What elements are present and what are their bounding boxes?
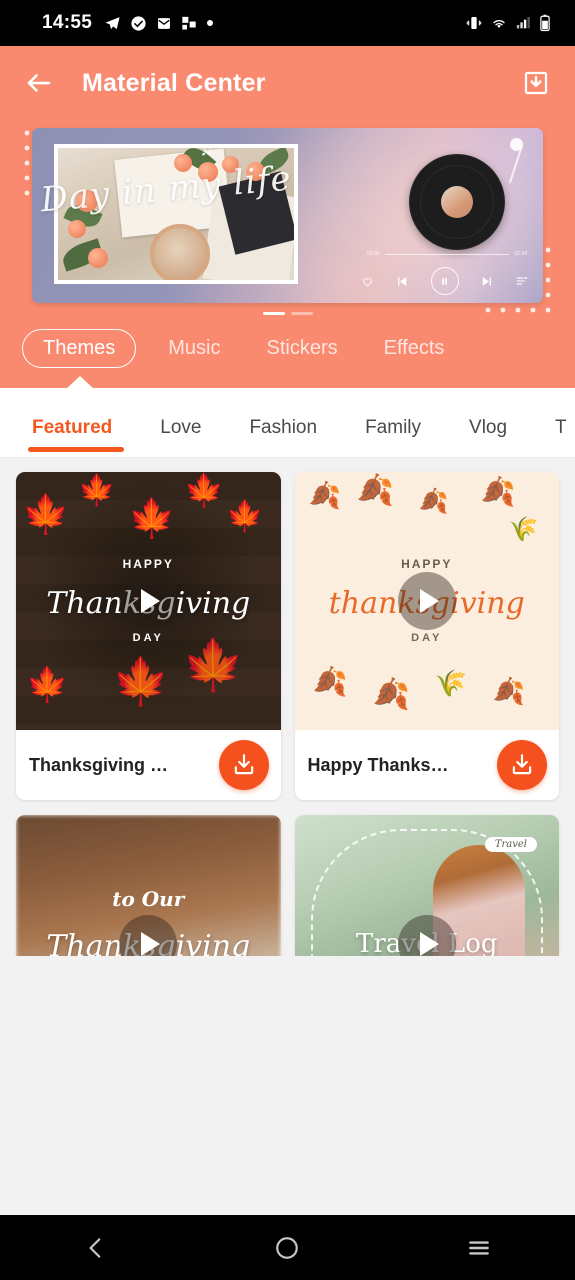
pagination-dot-1[interactable] (262, 312, 285, 315)
subtab-travel[interactable]: T (531, 417, 575, 458)
template-card[interactable]: to Our Thanksgiving DAY Thanksgiving Day (16, 815, 281, 956)
thumb-text-happy: to Our (112, 887, 185, 912)
card-thumbnail[interactable]: to Our Thanksgiving DAY (16, 815, 281, 956)
tab-effects[interactable]: Effects (370, 330, 459, 367)
leaf-icon: 🍂 (418, 488, 449, 515)
banner-slide[interactable]: Day in my life ♫ 00:00 02:34 (32, 128, 543, 303)
play-icon[interactable] (397, 572, 456, 630)
card-thumbnail[interactable]: 🍂 🍂 🍂 🍂 🌾 🍂 🍂 🌾 🍂 HAPPY thanksgiving DAY (294, 472, 559, 730)
progress-bar[interactable] (384, 253, 510, 255)
nav-back-icon[interactable] (66, 1228, 126, 1268)
card-thumbnail[interactable]: 🍁 🍁 🍁 🍁 🍁 🍁 🍁 🍁 HAPPY Thanksgiving DAY (16, 472, 281, 730)
nav-recents-icon[interactable] (449, 1228, 509, 1268)
heart-icon[interactable] (361, 275, 374, 288)
card-title: Thanksgiving Di... (29, 754, 174, 775)
share-nodes-icon (182, 16, 196, 29)
template-card[interactable]: Travel Travel Log Travel LOG (294, 815, 559, 956)
status-left-icons (104, 15, 214, 32)
header-bar: Material Center (0, 46, 575, 120)
download-button[interactable] (497, 740, 547, 790)
vinyl-label (441, 186, 473, 218)
maple-leaf-icon: 🍁 (226, 500, 264, 533)
subtab-vlog[interactable]: Vlog (445, 417, 531, 458)
template-grid: 🍁 🍁 🍁 🍁 🍁 🍁 🍁 🍁 HAPPY Thanksgiving DAY T… (16, 472, 559, 956)
maple-leaf-icon: 🍁 (26, 666, 69, 704)
time-total: 02:34 (514, 251, 527, 257)
card-footer: Happy Thanksgi... (295, 730, 560, 800)
app-header: Material Center Day in my life ♫ 00:00 0… (0, 46, 575, 389)
pagination-dot-2[interactable] (290, 312, 313, 315)
subtab-love[interactable]: Love (136, 417, 225, 458)
dot-icon (207, 20, 214, 26)
player-controls[interactable] (361, 267, 529, 295)
maple-leaf-icon: 🍁 (182, 637, 245, 693)
next-icon[interactable] (479, 274, 494, 289)
acorn-icon: 🌾 (434, 668, 467, 698)
acorn-icon: 🌾 (508, 516, 539, 543)
card-thumbnail[interactable]: Travel Travel Log (294, 815, 559, 956)
status-right-icons (465, 14, 551, 32)
previous-icon[interactable] (395, 274, 410, 289)
android-nav-bar[interactable] (0, 1215, 575, 1280)
template-card[interactable]: 🍁 🍁 🍁 🍁 🍁 🍁 🍁 🍁 HAPPY Thanksgiving DAY T… (16, 472, 281, 800)
tab-stickers[interactable]: Stickers (252, 330, 351, 367)
subtab-family[interactable]: Family (341, 417, 445, 458)
tab-music[interactable]: Music (154, 330, 234, 367)
subtab-featured[interactable]: Featured (16, 417, 136, 458)
banner-carousel[interactable]: Day in my life ♫ 00:00 02:34 (0, 120, 575, 321)
page-title: Material Center (82, 68, 266, 97)
leaf-icon: 🍂 (480, 476, 516, 507)
music-note-icon: ♫ (200, 140, 213, 159)
subcategory-tabs[interactable]: Featured Love Fashion Family Vlog T (0, 388, 575, 458)
play-icon[interactable] (119, 572, 178, 630)
back-arrow-icon[interactable] (22, 66, 56, 100)
thumb-text-happy: HAPPY (401, 557, 453, 572)
leaf-icon: 🍂 (372, 678, 410, 711)
vibrate-icon (466, 17, 482, 29)
time-current: 00:00 (367, 251, 380, 257)
card-footer: Thanksgiving Di... (16, 730, 281, 800)
telegram-icon (105, 16, 120, 29)
banner-pagination[interactable] (32, 303, 543, 321)
player-progress[interactable]: 00:00 02:34 (367, 251, 527, 257)
thumb-text-day: DAY (132, 631, 164, 644)
pause-icon[interactable] (430, 267, 459, 295)
subtab-fashion[interactable]: Fashion (225, 417, 341, 458)
status-bar: 14:55 (0, 0, 575, 46)
vinyl-record-icon (409, 154, 505, 250)
tab-themes[interactable]: Themes (22, 329, 137, 368)
leaf-icon: 🍂 (308, 480, 341, 510)
thumb-travel-badge: Travel (484, 837, 537, 852)
leaf-icon: 🍂 (312, 666, 348, 697)
download-button[interactable] (218, 740, 269, 790)
template-card[interactable]: 🍂 🍂 🍂 🍂 🌾 🍂 🍂 🌾 🍂 HAPPY thanksgiving DAY… (294, 472, 560, 800)
check-circle-icon (131, 15, 146, 31)
wifi-icon (493, 20, 505, 28)
template-grid-scroll[interactable]: 🍁 🍁 🍁 🍁 🍁 🍁 🍁 🍁 HAPPY Thanksgiving DAY T… (0, 458, 575, 956)
maple-leaf-icon: 🍁 (78, 474, 116, 507)
signal-icon (516, 17, 530, 29)
status-time: 14:55 (42, 12, 93, 33)
nav-home-icon[interactable] (257, 1228, 317, 1268)
subtabs-divider (0, 457, 575, 458)
mail-icon (158, 17, 171, 29)
maple-leaf-icon: 🍁 (184, 472, 224, 508)
thumb-text-day: DAY (411, 631, 443, 644)
battery-icon (540, 14, 550, 32)
leaf-icon: 🍂 (492, 676, 525, 706)
maple-leaf-icon: 🍁 (22, 494, 70, 536)
leaf-icon: 🍂 (356, 474, 394, 507)
download-icon[interactable] (519, 66, 553, 100)
maple-leaf-icon: 🍁 (112, 655, 170, 707)
tonearm-head-icon (510, 138, 523, 151)
card-title: Happy Thanksgi... (307, 754, 453, 775)
playlist-icon[interactable] (515, 274, 529, 288)
thumb-text-happy: HAPPY (122, 557, 174, 572)
maple-leaf-icon: 🍁 (128, 498, 176, 540)
